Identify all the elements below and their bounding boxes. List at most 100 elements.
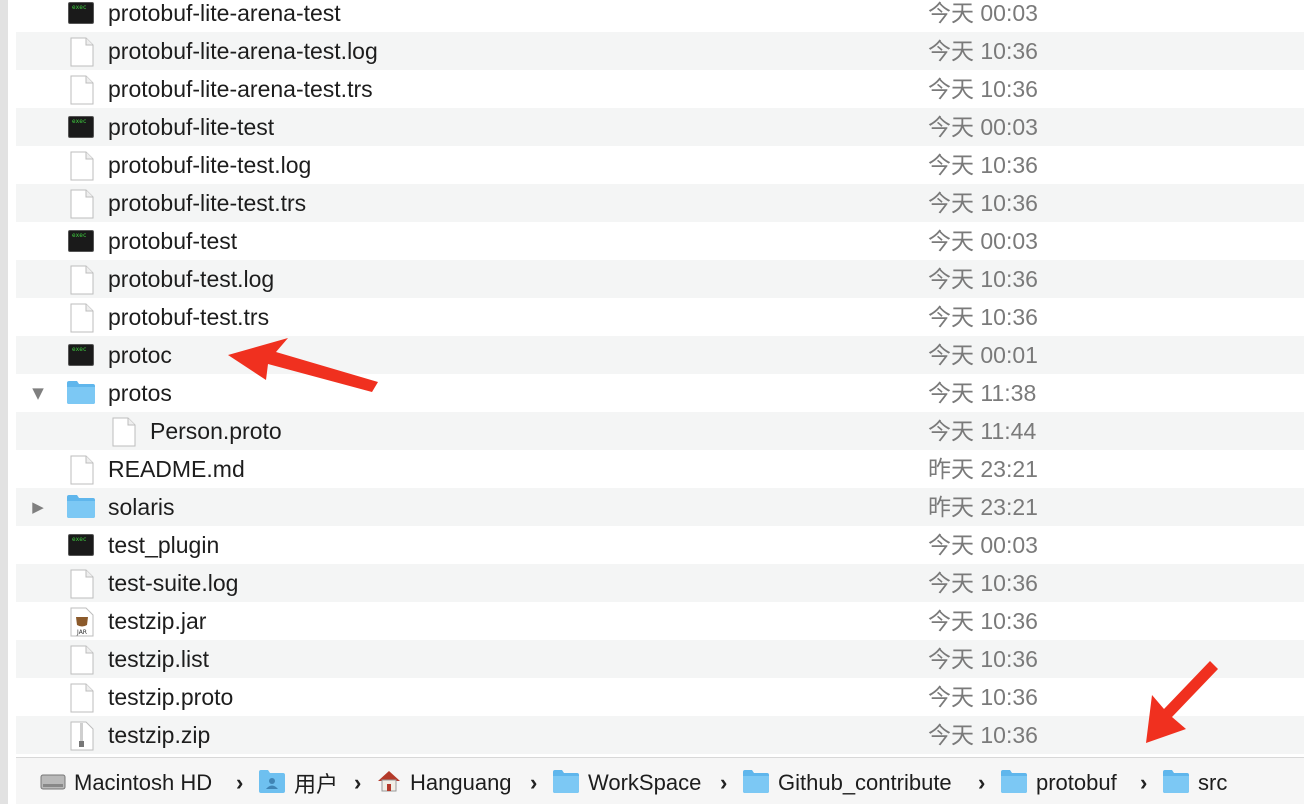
file-date: 今天 10:36 <box>928 304 1038 330</box>
path-crumb-label: Macintosh HD <box>74 770 213 795</box>
file-row[interactable]: protobuf-lite-arena-test.log 今天 10:36 <box>16 32 1304 70</box>
file-row[interactable]: exec protobuf-test 今天 00:03 <box>16 222 1304 260</box>
document-icon <box>70 265 98 295</box>
file-date: 今天 00:01 <box>928 342 1038 368</box>
path-crumb-macintosh-hd[interactable]: Macintosh HD <box>40 770 212 796</box>
exec-label: exec <box>72 346 87 353</box>
document-icon <box>70 303 98 333</box>
file-name: Person.proto <box>150 418 282 444</box>
file-row[interactable]: README.md 昨天 23:21 <box>16 450 1304 488</box>
file-name: testzip.list <box>108 646 209 672</box>
file-date: 今天 10:36 <box>928 722 1038 748</box>
file-date: 今天 11:44 <box>928 418 1037 444</box>
exec-label: exec <box>72 232 87 239</box>
file-row[interactable]: testzip.zip 今天 10:36 <box>16 716 1304 754</box>
file-name: test_plugin <box>108 532 220 558</box>
file-row[interactable]: JAR testzip.jar 今天 10:36 <box>16 602 1304 640</box>
folder-icon <box>552 768 580 799</box>
file-row[interactable]: exec test_plugin 今天 00:03 <box>16 526 1304 564</box>
path-crumb-src[interactable]: src <box>1162 768 1227 799</box>
terminal-exec-icon: exec <box>68 230 94 252</box>
path-separator-icon: › <box>530 770 538 795</box>
file-date: 今天 00:03 <box>928 532 1038 558</box>
file-row[interactable]: ▶ solaris 昨天 23:21 <box>16 488 1304 526</box>
file-name: test-suite.log <box>108 570 239 596</box>
file-row[interactable]: Person.proto 今天 11:44 <box>16 412 1304 450</box>
path-separator-icon: › <box>354 770 362 795</box>
path-crumb-label: Github_contribute <box>778 770 952 795</box>
path-crumb-protobuf[interactable]: protobuf <box>1000 768 1117 799</box>
file-date: 昨天 23:21 <box>928 456 1038 482</box>
file-row[interactable]: exec protoc 今天 00:01 <box>16 336 1304 374</box>
path-crumb-github-contribute[interactable]: Github_contribute <box>742 769 952 796</box>
exec-label: exec <box>72 4 87 11</box>
file-name: protobuf-lite-arena-test.trs <box>108 76 373 102</box>
file-name: protos <box>108 380 172 406</box>
file-name: protobuf-lite-arena-test.log <box>108 38 378 64</box>
file-row[interactable]: test-suite.log 今天 10:36 <box>16 564 1304 602</box>
file-date: 今天 00:03 <box>928 228 1038 254</box>
file-row[interactable]: testzip.list 今天 10:36 <box>16 640 1304 678</box>
document-icon <box>70 645 98 675</box>
hard-drive-icon <box>40 768 66 799</box>
document-icon <box>70 37 98 67</box>
file-date: 今天 00:03 <box>928 114 1038 140</box>
finder-window: exec protobuf-lite-arena-test 今天 00:03 prot… <box>0 0 1304 804</box>
file-name: protobuf-test <box>108 228 238 254</box>
file-name: solaris <box>108 494 175 520</box>
file-row[interactable]: exec protobuf-lite-test 今天 00:03 <box>16 108 1304 146</box>
users-folder-icon <box>258 768 286 799</box>
document-icon <box>70 151 98 181</box>
file-date: 今天 10:36 <box>928 608 1038 634</box>
path-crumb-users[interactable]: 用户 <box>258 768 339 799</box>
file-name: testzip.zip <box>108 722 211 748</box>
document-icon <box>70 569 98 599</box>
file-name: README.md <box>108 456 245 482</box>
path-separator-icon: › <box>978 770 986 795</box>
path-crumb-workspace[interactable]: WorkSpace <box>552 768 701 799</box>
file-row[interactable]: protobuf-lite-arena-test.trs 今天 10:36 <box>16 70 1304 108</box>
exec-label: exec <box>72 536 87 543</box>
folder-icon <box>1162 768 1190 799</box>
terminal-exec-icon: exec <box>68 116 94 138</box>
file-row[interactable]: testzip.proto 今天 10:36 <box>16 678 1304 716</box>
file-date: 今天 11:38 <box>928 380 1037 406</box>
file-name: protobuf-test.trs <box>108 304 270 330</box>
file-name: testzip.proto <box>108 684 234 710</box>
file-date: 今天 10:36 <box>928 190 1038 216</box>
document-icon <box>70 189 98 219</box>
path-crumb-label: protobuf <box>1036 770 1117 795</box>
file-row[interactable]: protobuf-lite-test.log 今天 10:36 <box>16 146 1304 184</box>
file-date: 今天 10:36 <box>928 76 1038 102</box>
file-row[interactable]: protobuf-lite-test.trs 今天 10:36 <box>16 184 1304 222</box>
file-name: protobuf-lite-arena-test <box>108 0 341 26</box>
file-name: protobuf-lite-test.log <box>108 152 312 178</box>
document-icon <box>70 75 98 105</box>
zip-icon <box>70 721 98 751</box>
file-row[interactable]: protobuf-test.trs 今天 10:36 <box>16 298 1304 336</box>
file-name: protobuf-test.log <box>108 266 275 292</box>
document-icon <box>70 455 98 485</box>
path-crumb-hanguang[interactable]: Hanguang <box>376 770 512 796</box>
folder-icon <box>1000 768 1028 799</box>
file-date: 今天 10:36 <box>928 646 1038 672</box>
disclosure-collapsed-icon[interactable]: ▶ <box>30 499 46 515</box>
folder-icon <box>66 379 95 407</box>
file-date: 昨天 23:21 <box>928 494 1038 520</box>
folder-icon <box>66 493 95 521</box>
home-icon <box>376 768 402 799</box>
jar-icon: JAR <box>70 607 98 637</box>
file-row[interactable]: protobuf-test.log 今天 10:36 <box>16 260 1304 298</box>
path-crumb-label: 用户 <box>294 772 339 797</box>
terminal-exec-icon: exec <box>68 344 94 366</box>
file-date: 今天 10:36 <box>928 152 1038 178</box>
file-row[interactable]: ▼ protos 今天 11:38 <box>16 374 1304 412</box>
disclosure-expanded-icon[interactable]: ▼ <box>30 385 46 401</box>
file-name: testzip.jar <box>108 608 207 634</box>
path-separator-icon: › <box>236 770 244 795</box>
terminal-exec-icon: exec <box>68 2 94 24</box>
file-date: 今天 10:36 <box>928 684 1038 710</box>
file-row[interactable]: exec protobuf-lite-arena-test 今天 00:03 <box>16 0 1304 32</box>
path-separator-icon: › <box>720 770 728 795</box>
path-bar: Macintosh HD › 用户 › Hanguang › WorkSpace › Githu… <box>16 757 1304 804</box>
